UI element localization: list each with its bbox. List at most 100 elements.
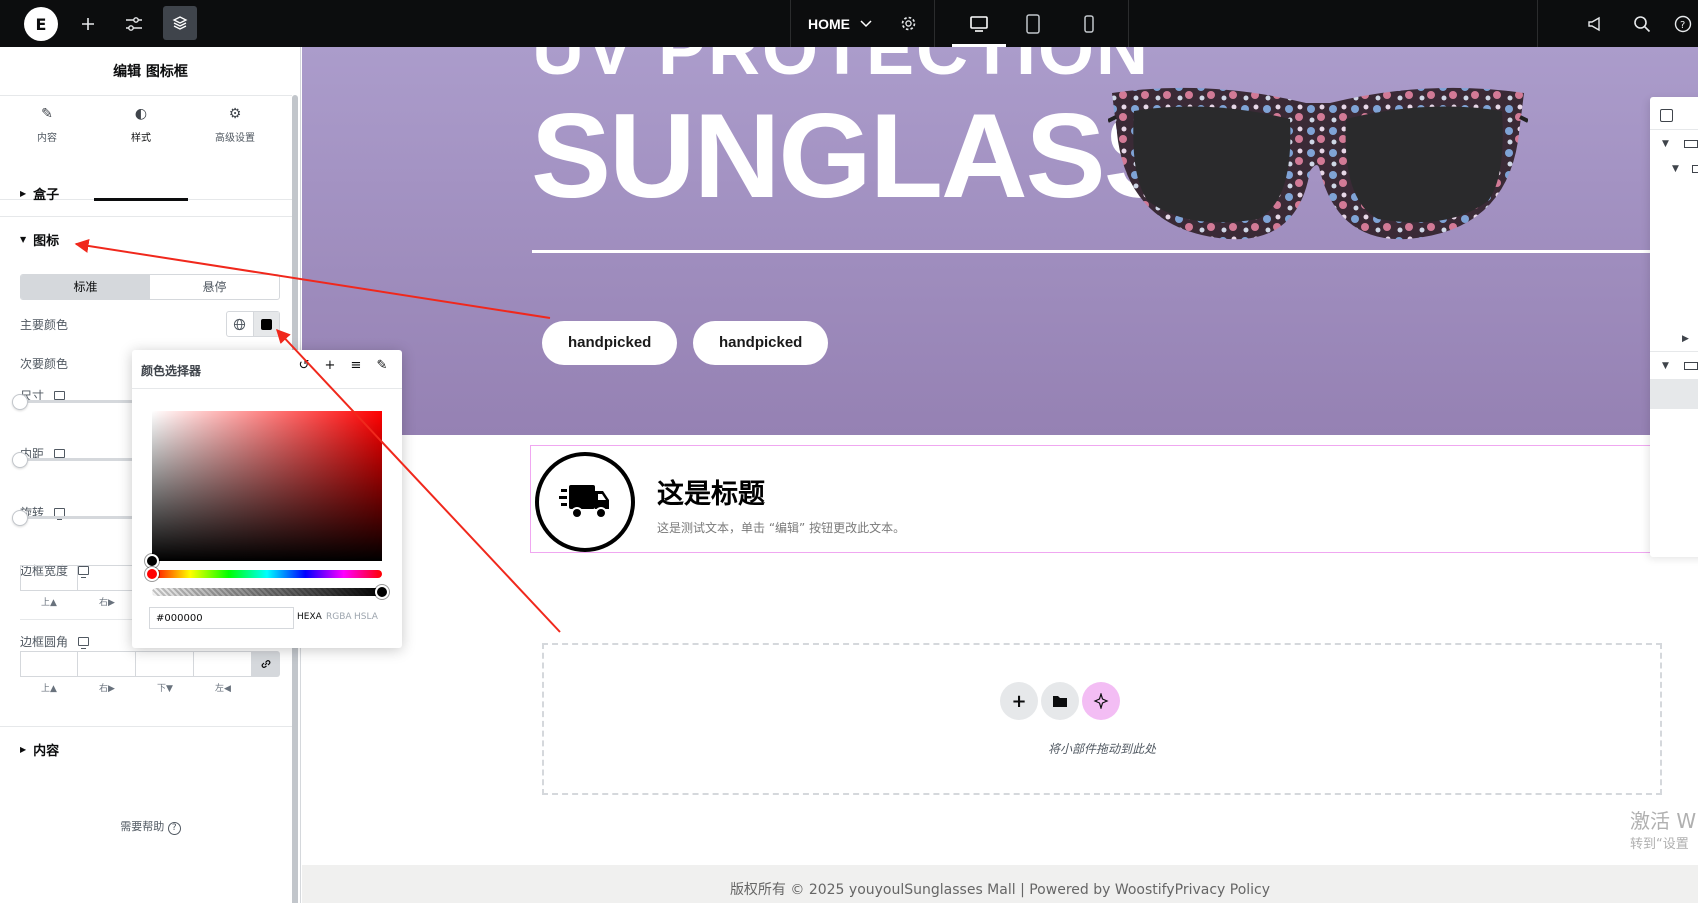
ai-button[interactable] <box>1082 682 1120 720</box>
sunglasses-image <box>1108 87 1528 240</box>
caret-right-icon: ▶ <box>20 189 27 198</box>
border-radius-side-labels: 上▲ 右▶ 下▼ 左◀ <box>41 684 231 694</box>
primary-color-label: 主要颜色 <box>20 318 69 332</box>
top-bar: E HOME ? <box>0 0 1698 47</box>
border-radius-inputs <box>20 651 280 677</box>
color-picker-tools: ↺ + ≡ ✎ <box>296 358 390 373</box>
navigator-item[interactable]: ▼ <box>1650 155 1698 185</box>
saturation-value-area[interactable] <box>152 411 382 561</box>
folder-icon <box>1053 696 1067 707</box>
caret-down-icon: ▼ <box>20 235 27 244</box>
globe-icon[interactable] <box>227 312 253 336</box>
help-link[interactable]: 需要帮助 ? <box>0 818 301 835</box>
color-picker-title: 颜色选择器 <box>141 364 202 378</box>
gear-icon: ⚙ <box>228 106 242 122</box>
section-content-label: 内容 <box>33 744 60 759</box>
border-radius-top[interactable] <box>20 651 78 677</box>
hue-slider[interactable] <box>152 570 382 578</box>
navigator-item-selected[interactable] <box>1650 379 1698 409</box>
state-tabs: 标准 悬停 <box>20 274 280 300</box>
tab-advanced[interactable]: ⚙ 高级设置 <box>188 96 282 201</box>
icon-box-title: 这是标题 <box>657 479 765 510</box>
handpicked-button-2[interactable]: handpicked <box>693 321 829 365</box>
alpha-slider[interactable] <box>152 588 382 596</box>
mobile-icon[interactable] <box>1074 0 1104 47</box>
eyedropper-icon[interactable]: ✎ <box>374 358 390 373</box>
tab-advanced-label: 高级设置 <box>215 133 255 144</box>
hero-subtitle: UV PROTECTION <box>532 47 1151 90</box>
widget-drop-area[interactable]: + 将小部件拖动到此处 <box>542 643 1662 795</box>
editor-canvas: UV PROTECTION SUNGLASS handpicked handpi… <box>302 47 1698 903</box>
truck-icon[interactable] <box>535 452 635 552</box>
desktop-icon <box>54 391 66 403</box>
color-swatch[interactable] <box>252 312 279 336</box>
icon-box-widget[interactable]: 这是标题 这是测试文本，单击 “编辑” 按钮更改此文本。 <box>530 445 1698 553</box>
sparkle-icon <box>1093 693 1109 709</box>
search-icon[interactable] <box>1630 0 1654 47</box>
secondary-color-label: 次要颜色 <box>20 357 69 371</box>
page-select-label: HOME <box>808 15 850 32</box>
section-icon-label: 图标 <box>33 234 60 249</box>
site-footer: 版权所有 © 2025 youyoulSunglasses Mall | Pow… <box>302 865 1698 903</box>
navigator-panel: ▼ ▼ ▶ ▼ <box>1650 97 1698 557</box>
activation-watermark: 激活 W <box>1630 809 1697 833</box>
format-hsla[interactable]: HSLA <box>354 612 378 622</box>
rotate-slider[interactable] <box>20 516 140 519</box>
icon-box-description: 这是测试文本，单击 “编辑” 按钮更改此文本。 <box>657 521 906 535</box>
add-icon[interactable]: + <box>322 358 338 373</box>
caret-right-icon: ▶ <box>20 745 27 754</box>
global-colors-icon[interactable]: ≡ <box>348 358 364 373</box>
border-radius-bottom[interactable] <box>136 651 194 677</box>
footer-copyright: 版权所有 © 2025 youyoulSunglasses Mall | Pow… <box>729 882 1271 898</box>
border-width-right[interactable] <box>78 565 136 591</box>
section-box-toggle[interactable]: ▶ 盒子 <box>20 184 59 203</box>
page-select[interactable]: HOME <box>808 0 872 47</box>
size-slider[interactable] <box>20 400 140 403</box>
format-hexa[interactable]: HEXA <box>297 612 322 622</box>
navigator-item[interactable]: ▼ <box>1650 351 1698 381</box>
layers-icon[interactable] <box>163 6 197 40</box>
alpha-handle[interactable] <box>375 585 389 599</box>
section-box-label: 盒子 <box>33 188 60 203</box>
pencil-icon: ✎ <box>41 106 53 122</box>
section-icon-toggle[interactable]: ▼ 图标 <box>20 230 59 249</box>
drop-hint: 将小部件拖动到此处 <box>1047 742 1156 756</box>
saturation-handle[interactable] <box>145 554 159 568</box>
padding-slider-handle[interactable] <box>12 452 28 468</box>
reset-icon[interactable]: ↺ <box>296 358 312 373</box>
rotate-slider-handle[interactable] <box>12 510 28 526</box>
state-tab-normal[interactable]: 标准 <box>21 275 150 299</box>
help-icon[interactable]: ? <box>1674 0 1698 47</box>
border-radius-left[interactable] <box>194 651 252 677</box>
settings-sliders-icon[interactable] <box>122 0 146 47</box>
padding-slider[interactable] <box>20 458 140 461</box>
contrast-icon: ◐ <box>134 106 148 122</box>
handpicked-button-1[interactable]: handpicked <box>542 321 678 365</box>
gear-icon[interactable] <box>896 0 920 47</box>
border-radius-right[interactable] <box>78 651 136 677</box>
hero-title: SUNGLASS <box>531 89 1184 223</box>
link-icon[interactable] <box>252 651 280 677</box>
elementor-logo-icon[interactable]: E <box>24 7 58 41</box>
hue-handle[interactable] <box>145 567 159 581</box>
desktop-icon <box>54 449 66 461</box>
hex-input[interactable] <box>149 607 294 629</box>
template-library-button[interactable] <box>1041 682 1079 720</box>
desktop-icon <box>78 637 90 649</box>
help-icon: ? <box>167 822 181 835</box>
size-slider-handle[interactable] <box>12 394 28 410</box>
border-radius-label: 边框圆角 <box>20 633 90 650</box>
section-content-toggle[interactable]: ▶ 内容 <box>20 740 59 759</box>
tab-content-label: 内容 <box>37 133 57 144</box>
desktop-icon[interactable] <box>964 0 994 47</box>
tab-style[interactable]: ◐ 样式 <box>94 96 188 201</box>
add-section-button[interactable]: + <box>1000 682 1038 720</box>
hero-section[interactable]: UV PROTECTION SUNGLASS handpicked handpi… <box>302 47 1698 435</box>
add-icon[interactable] <box>76 0 100 47</box>
border-width-top[interactable] <box>20 565 78 591</box>
megaphone-icon[interactable] <box>1583 0 1607 47</box>
tablet-icon[interactable] <box>1018 0 1048 47</box>
format-rgba[interactable]: RGBA <box>326 612 352 622</box>
state-tab-hover[interactable]: 悬停 <box>150 275 279 299</box>
activation-watermark-sub: 转到“设置 <box>1630 837 1689 852</box>
